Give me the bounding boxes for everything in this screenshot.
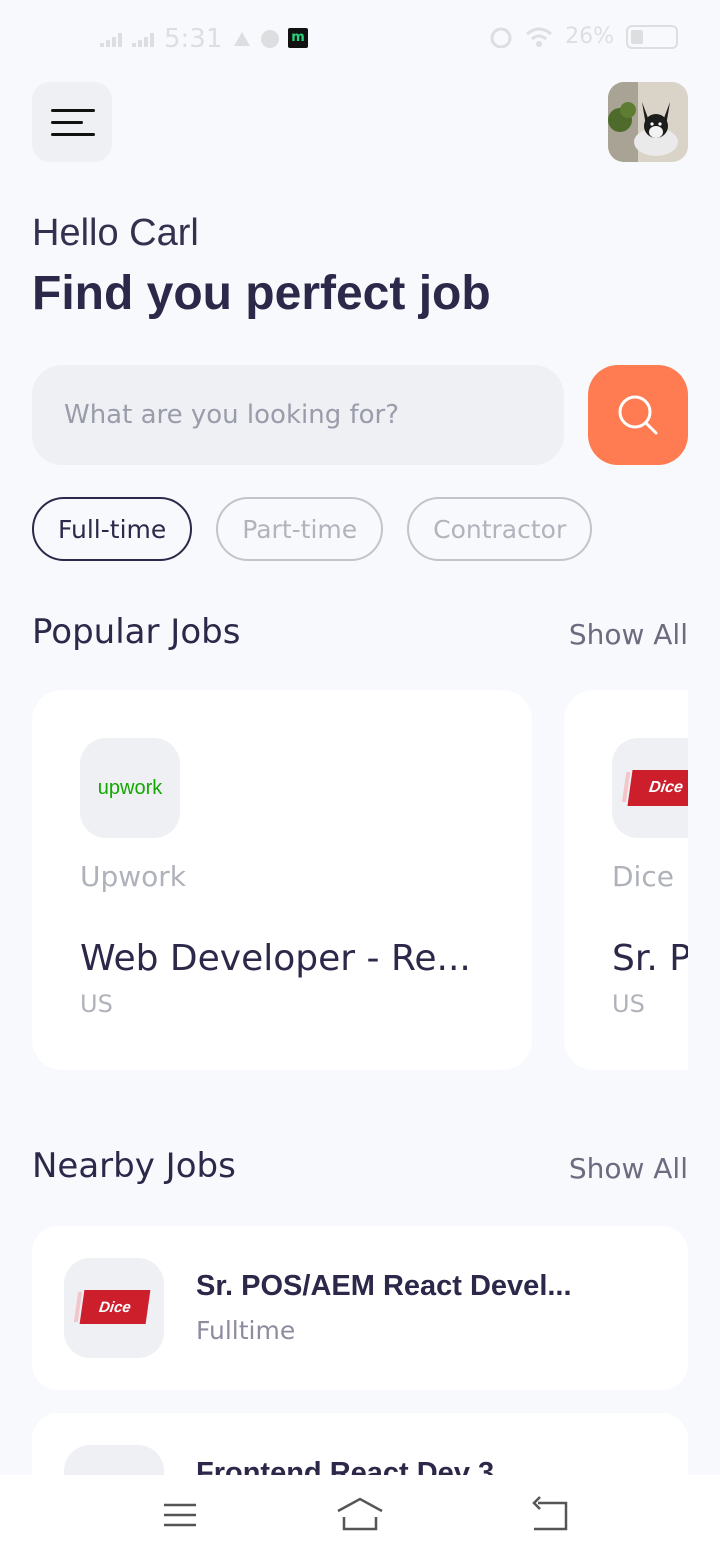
back-icon[interactable]	[526, 1495, 574, 1535]
search-button[interactable]	[588, 365, 688, 465]
status-time: 5:31	[164, 24, 223, 54]
home-icon-glyph	[337, 1497, 383, 1531]
job-company: Upwork	[80, 860, 187, 893]
job-location: US	[80, 990, 113, 1018]
system-nav-bar	[0, 1475, 720, 1560]
dice-logo: Dice	[627, 770, 688, 806]
upwork-logo: upwork	[97, 776, 163, 799]
job-company: Dice	[612, 860, 674, 893]
menu-icon-glyph	[164, 1503, 196, 1527]
avatar-image	[608, 82, 688, 162]
dice-logo: Dice	[79, 1290, 151, 1324]
wifi-icon	[526, 27, 553, 47]
job-type: Fulltime	[196, 1316, 296, 1345]
avatar[interactable]	[608, 82, 688, 162]
nearby-jobs-title: Nearby Jobs	[32, 1146, 236, 1186]
search-icon	[618, 395, 658, 435]
job-title: Sr. P	[612, 938, 688, 979]
list-item[interactable]: Dice Sr. POS/AEM React Devel... Fulltime	[32, 1226, 688, 1390]
hamburger-menu-icon-line	[51, 120, 83, 124]
popular-show-all-link[interactable]: Show All	[569, 618, 688, 651]
company-logo: upwork	[80, 738, 180, 838]
nearby-show-all-link[interactable]: Show All	[569, 1152, 688, 1185]
signal-icon	[100, 31, 122, 47]
status-left: 5:31	[100, 24, 282, 54]
page-title: Find you perfect job	[32, 267, 491, 320]
signal-icon-2	[132, 31, 154, 47]
job-title: Sr. POS/AEM React Devel...	[196, 1270, 572, 1302]
greeting: Hello Carl	[32, 212, 199, 254]
filter-part-time[interactable]: Part-time	[216, 497, 384, 561]
notification-icons	[234, 30, 280, 48]
hamburger-menu-icon-line	[51, 132, 95, 136]
status-right: 26%	[489, 24, 678, 49]
filter-contractor[interactable]: Contractor	[407, 497, 593, 561]
menu-button[interactable]	[32, 82, 112, 162]
company-logo: Dice	[612, 738, 688, 838]
status-bar: 5:31 m 26%	[0, 0, 720, 80]
battery-icon	[626, 24, 678, 49]
home-icon[interactable]	[336, 1495, 384, 1535]
hamburger-menu-icon	[51, 108, 95, 112]
job-title: Web Developer - Re...	[80, 938, 471, 979]
popular-jobs-carousel[interactable]: upwork Upwork Web Developer - Re... US D…	[32, 690, 688, 1072]
back-icon-glyph	[532, 1496, 568, 1531]
job-card[interactable]: Dice Dice Sr. P US	[564, 690, 688, 1070]
search-input[interactable]	[32, 365, 564, 465]
job-location: US	[612, 990, 645, 1018]
job-card[interactable]: upwork Upwork Web Developer - Re... US	[32, 690, 532, 1070]
popular-jobs-title: Popular Jobs	[32, 612, 241, 652]
job-type-filters: Full-time Part-time Contractor	[32, 497, 593, 561]
company-logo: Dice	[64, 1258, 164, 1358]
filter-full-time[interactable]: Full-time	[32, 497, 193, 561]
menu-icon[interactable]	[156, 1495, 204, 1535]
app-notification-icon: m	[288, 28, 308, 48]
alarm-icon	[490, 27, 512, 48]
battery-percent: 26%	[565, 24, 614, 49]
